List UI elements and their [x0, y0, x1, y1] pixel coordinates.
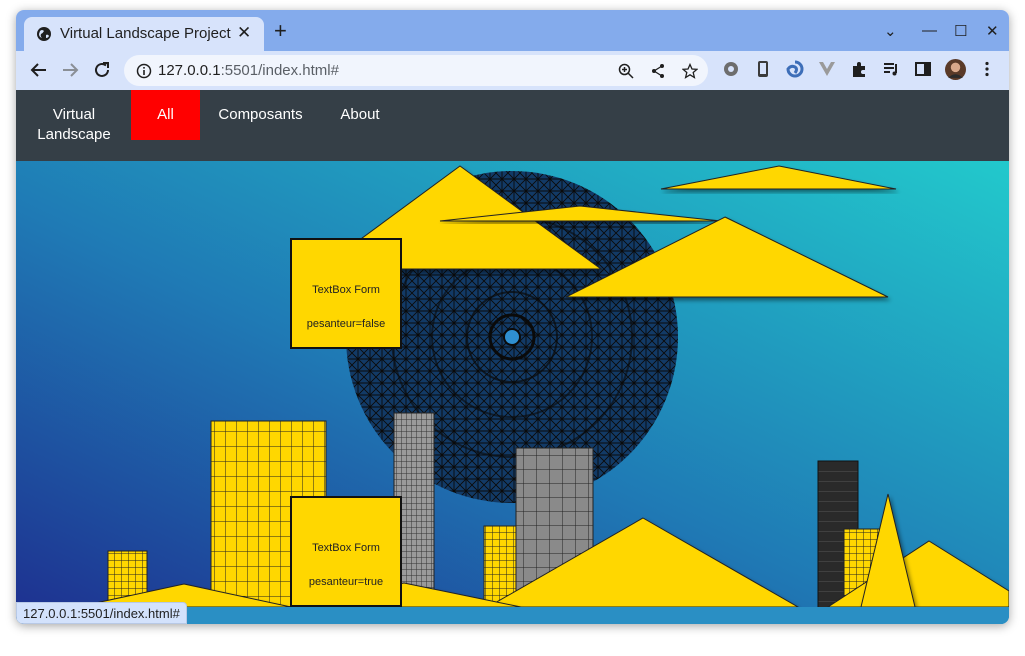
nav-item-about[interactable]: About [330, 105, 390, 125]
phone-extension-icon[interactable] [754, 60, 772, 78]
close-icon[interactable]: ✕ [237, 23, 251, 43]
textbox-prop: pesanteur=false [306, 318, 386, 330]
new-tab-button[interactable]: + [274, 20, 287, 42]
nav-item-composants[interactable]: Composants [212, 105, 309, 125]
vue-devtools-icon[interactable] [818, 60, 836, 78]
forward-arrow-icon[interactable] [59, 59, 81, 81]
textbox-form-2[interactable]: TextBox Form pesanteur=true [290, 496, 402, 607]
info-icon[interactable] [136, 63, 152, 79]
globe-icon [37, 27, 51, 41]
nav-brand[interactable]: Virtual Landscape [30, 105, 118, 145]
nav-item-all[interactable]: All [131, 90, 200, 140]
avatar[interactable] [945, 59, 966, 80]
puzzle-icon[interactable] [850, 60, 868, 78]
url-path: :5501/index.html# [220, 62, 339, 79]
zoom-icon[interactable] [618, 63, 634, 79]
back-arrow-icon[interactable] [28, 59, 50, 81]
settings-extension-icon[interactable] [722, 60, 740, 78]
url-host: 127.0.0.1 [158, 62, 221, 79]
chevron-down-icon[interactable]: ⌄ [884, 22, 897, 40]
web-page: Virtual Landscape All Composants About T… [16, 90, 1009, 624]
minimize-button[interactable]: — [922, 22, 937, 39]
textbox-title: TextBox Form [312, 542, 380, 554]
share-icon[interactable] [650, 63, 666, 79]
reload-icon[interactable] [91, 59, 113, 81]
landscape-canvas [16, 161, 1009, 624]
close-window-button[interactable]: ✕ [986, 22, 999, 40]
media-list-icon[interactable] [882, 60, 900, 78]
address-bar[interactable]: 127.0.0.1:5501/index.html# [124, 55, 708, 86]
browser-window: Virtual Landscape Project ✕ + ⌄ — ☐ ✕ 12… [16, 10, 1009, 624]
textbox-prop: pesanteur=true [308, 576, 384, 588]
tab-strip: Virtual Landscape Project ✕ + ⌄ — ☐ ✕ [16, 10, 1009, 51]
maximize-button[interactable]: ☐ [954, 22, 967, 40]
status-bar-url: 127.0.0.1:5501/index.html# [16, 602, 187, 624]
url-text[interactable]: 127.0.0.1:5501/index.html# [158, 62, 339, 79]
textbox-title: TextBox Form [312, 284, 380, 296]
landscape-scene: TextBox Form pesanteur=false TextBox For… [16, 161, 1009, 624]
kebab-menu-icon[interactable] [978, 60, 996, 78]
side-panel-icon[interactable] [914, 60, 932, 78]
bookmark-star-icon[interactable] [682, 63, 698, 79]
site-navbar: Virtual Landscape All Composants About [16, 90, 1009, 161]
textbox-form-1[interactable]: TextBox Form pesanteur=false [290, 238, 402, 349]
browser-tab[interactable]: Virtual Landscape Project ✕ [24, 17, 264, 51]
edge-extension-icon[interactable] [786, 60, 804, 78]
tab-title: Virtual Landscape Project [60, 25, 231, 42]
